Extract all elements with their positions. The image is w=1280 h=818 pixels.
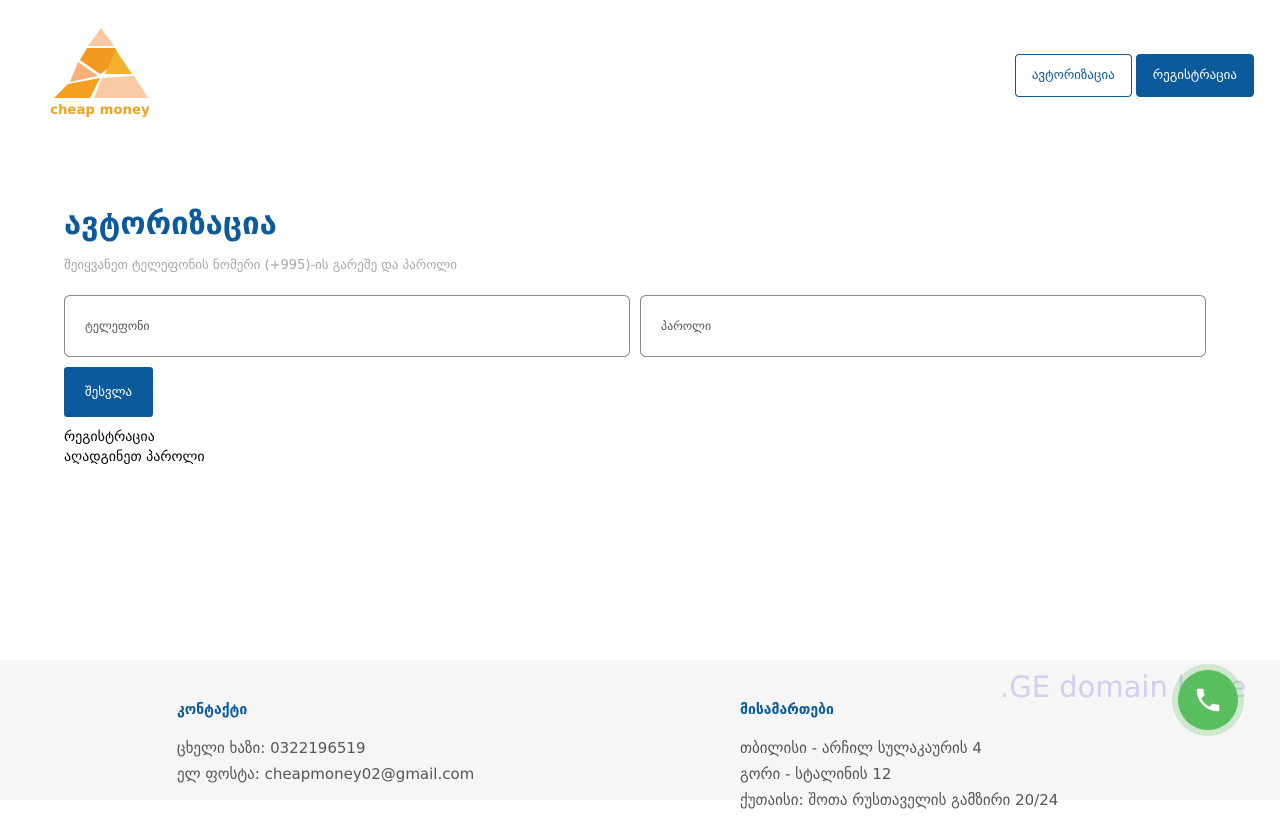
email-text[interactable]: ელ ფოსტა: cheapmoney02@gmail.com — [177, 761, 474, 787]
recover-password-link[interactable]: აღადგინეთ პაროლი — [64, 449, 205, 465]
phone-icon — [1196, 688, 1220, 712]
logo-text: cheap money — [50, 103, 150, 118]
contacts-heading: კონტაქტი — [177, 702, 248, 718]
password-field[interactable] — [640, 295, 1206, 357]
logo-triangle-icon — [54, 28, 148, 98]
address-item: ქუთაისი: შოთა რუსთაველის გამზირი 20/24 — [740, 791, 1059, 809]
logo[interactable]: cheap money — [50, 26, 152, 122]
page-subtitle: შეიყვანეთ ტელეფონის ნომერი (+995)-ის გარ… — [64, 258, 458, 273]
phone-field[interactable] — [64, 295, 630, 357]
login-button[interactable]: ავტორიზაცია — [1014, 54, 1132, 97]
call-button-inner[interactable] — [1178, 670, 1238, 730]
call-button[interactable] — [1172, 664, 1244, 736]
header-actions: ავტორიზაცია რეგისტრაცია — [1014, 54, 1254, 97]
login-submit-button[interactable]: შესვლა — [64, 367, 153, 417]
page-title: ავტორიზაცია — [64, 206, 277, 242]
addresses-heading: მისამართები — [740, 702, 834, 718]
register-button[interactable]: რეგისტრაცია — [1135, 54, 1254, 97]
address-item: გორი - სტალინის 12 — [740, 765, 892, 783]
address-item: თბილისი - არჩილ სულაკაურის 4 — [740, 739, 982, 757]
password-input[interactable] — [641, 296, 1205, 356]
addresses-section: მისამართები თბილისი - არჩილ სულაკაურის 4… — [740, 702, 1058, 813]
register-link[interactable]: რეგისტრაცია — [64, 429, 155, 445]
phone-input[interactable] — [65, 296, 629, 356]
hotline-text[interactable]: ცხელი ხაზი: 0322196519 — [177, 735, 474, 761]
contacts-section: კონტაქტი ცხელი ხაზი: 0322196519 ელ ფოსტა… — [177, 702, 474, 787]
